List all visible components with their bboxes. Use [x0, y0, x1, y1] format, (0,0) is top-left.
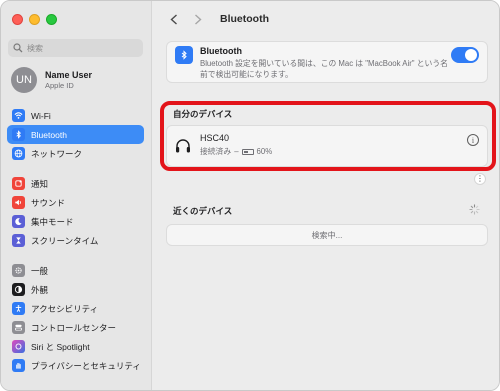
sidebar-item-siri-spotlight[interactable]: Siri と Spotlight	[7, 337, 144, 356]
sidebar-item-label: ネットワーク	[31, 148, 83, 159]
sidebar-item-label: プライバシーとセキュリティ	[31, 360, 141, 371]
bluetooth-title: Bluetooth	[200, 46, 242, 56]
more-options-button[interactable]: ⋮	[474, 173, 486, 185]
gear-icon	[12, 264, 25, 277]
profile-subtitle: Apple ID	[45, 81, 74, 90]
back-button[interactable]	[164, 9, 184, 29]
highlight-annotation	[160, 101, 496, 171]
globe-icon	[12, 147, 25, 160]
sidebar-item-network[interactable]: ネットワーク	[7, 144, 144, 163]
sidebar-item-wifi[interactable]: Wi-Fi	[7, 106, 144, 125]
sidebar-item-bluetooth[interactable]: Bluetooth	[7, 125, 144, 144]
profile-name: Name User	[45, 70, 93, 80]
apple-id-profile[interactable]: UN Name User Apple ID	[11, 67, 92, 93]
sidebar-item-screen-time[interactable]: スクリーンタイム	[7, 231, 144, 250]
page-title: Bluetooth	[220, 13, 269, 25]
chevron-right-icon	[195, 13, 202, 25]
sidebar-item-accessibility[interactable]: アクセシビリティ	[7, 299, 144, 318]
nearby-devices-title: 近くのデバイス	[173, 206, 233, 216]
avatar: UN	[11, 67, 37, 93]
main-pane: Bluetooth Bluetooth Bluetooth 設定を開いている間は…	[152, 1, 499, 390]
sidebar-item-label: 集中モード	[31, 216, 74, 227]
loading-spinner-icon	[469, 204, 480, 215]
sidebar-item-control-center[interactable]: コントロールセンター	[7, 318, 144, 337]
sidebar-item-sound[interactable]: サウンド	[7, 193, 144, 212]
sidebar-item-label: サウンド	[31, 197, 66, 208]
search-placeholder: 検索	[27, 43, 43, 53]
hand-icon	[12, 359, 25, 372]
sidebar: 検索 UN Name User Apple ID Wi-Fi Bluetooth	[1, 1, 152, 390]
bluetooth-description: Bluetooth 設定を開いている間は、この Mac は "MacBook A…	[200, 59, 448, 79]
siri-icon	[12, 340, 25, 353]
wifi-icon	[12, 109, 25, 122]
sidebar-item-label: 一般	[31, 265, 49, 276]
chevron-left-icon	[170, 13, 177, 25]
bluetooth-toggle[interactable]	[451, 47, 479, 63]
sidebar-group-network: Wi-Fi Bluetooth ネットワーク	[7, 106, 144, 163]
sidebar-item-label: Siri と Spotlight	[31, 341, 90, 352]
bluetooth-icon	[12, 128, 25, 141]
scanning-status: 検索中...	[166, 224, 488, 246]
sidebar-item-label: スクリーンタイム	[31, 235, 99, 246]
sidebar-item-appearance[interactable]: 外観	[7, 280, 144, 299]
hourglass-icon	[12, 234, 25, 247]
sidebar-item-privacy-security[interactable]: プライバシーとセキュリティ	[7, 356, 144, 375]
search-icon	[13, 43, 23, 53]
search-input[interactable]: 検索	[8, 39, 143, 57]
sidebar-item-general[interactable]: 一般	[7, 261, 144, 280]
sidebar-item-label: 外観	[31, 284, 49, 295]
sidebar-group-system: 一般 外観 アクセシビリティ コントロールセンター Siri と Spotlig…	[7, 261, 144, 375]
forward-button[interactable]	[188, 9, 208, 29]
bluetooth-settings-card: Bluetooth Bluetooth 設定を開いている間は、この Mac は …	[166, 41, 488, 83]
settings-window: 検索 UN Name User Apple ID Wi-Fi Bluetooth	[0, 0, 500, 391]
appearance-icon	[12, 283, 25, 296]
sidebar-item-label: Bluetooth	[31, 129, 67, 140]
sidebar-item-notifications[interactable]: 通知	[7, 174, 144, 193]
speaker-icon	[12, 196, 25, 209]
minimize-button[interactable]	[29, 14, 40, 25]
toolbar: Bluetooth	[152, 1, 499, 37]
sidebar-item-focus[interactable]: 集中モード	[7, 212, 144, 231]
sidebar-item-label: 通知	[31, 178, 49, 189]
toggle-knob	[465, 49, 477, 61]
zoom-button[interactable]	[46, 14, 57, 25]
close-button[interactable]	[12, 14, 23, 25]
sidebar-item-label: アクセシビリティ	[31, 303, 99, 314]
sidebar-item-label: コントロールセンター	[31, 322, 117, 333]
control-center-icon	[12, 321, 25, 334]
accessibility-icon	[12, 302, 25, 315]
sidebar-group-focus: 通知 サウンド 集中モード スクリーンタイム	[7, 174, 144, 250]
bell-icon	[12, 177, 25, 190]
sidebar-item-label: Wi-Fi	[31, 110, 51, 121]
moon-icon	[12, 215, 25, 228]
window-controls	[12, 14, 57, 25]
bluetooth-icon	[175, 46, 193, 64]
